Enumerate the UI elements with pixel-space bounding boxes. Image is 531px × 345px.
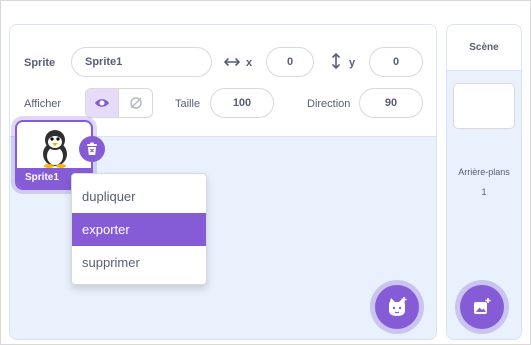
x-value: 0 — [286, 56, 294, 68]
show-button[interactable] — [86, 89, 119, 117]
size-input[interactable]: 100 — [210, 88, 274, 118]
sprite-context-menu: dupliquer exporter supprimer — [71, 173, 207, 285]
backdrops-count: 1 — [481, 187, 487, 197]
choose-backdrop-button[interactable] — [460, 285, 504, 329]
backdrops-label: Arrière-plans — [458, 167, 510, 177]
x-arrows-icon — [224, 58, 240, 66]
y-input[interactable]: 0 — [369, 47, 423, 77]
trash-icon — [87, 142, 97, 155]
penguin-icon — [43, 130, 67, 168]
menu-item-export[interactable]: exporter — [72, 213, 206, 246]
sprite-name-label: Sprite — [24, 57, 56, 69]
direction-label: Direction — [307, 98, 351, 110]
x-input[interactable]: 0 — [266, 47, 314, 77]
eye-icon — [95, 99, 109, 107]
menu-item-delete[interactable]: supprimer — [72, 246, 206, 279]
y-arrows-icon — [332, 53, 340, 69]
x-label: x — [246, 57, 253, 69]
sprite-name-input[interactable]: Sprite1 — [71, 47, 212, 77]
size-label: Taille — [175, 98, 201, 110]
stage-title: Scène — [447, 25, 521, 71]
hide-button[interactable] — [119, 89, 152, 117]
direction-value: 90 — [384, 97, 398, 109]
hidden-eye-icon — [129, 97, 142, 109]
visibility-toggle — [85, 88, 153, 118]
size-value: 100 — [232, 97, 252, 109]
delete-sprite-button[interactable] — [79, 136, 105, 162]
y-value: 0 — [392, 56, 400, 68]
y-label: y — [349, 57, 356, 69]
choose-sprite-button[interactable] — [375, 285, 419, 329]
image-add-icon — [474, 298, 491, 314]
direction-input[interactable]: 90 — [359, 88, 423, 118]
sprite-name-value: Sprite1 — [85, 56, 123, 68]
cat-add-icon — [389, 297, 407, 316]
show-label: Afficher — [24, 98, 62, 110]
menu-item-duplicate[interactable]: dupliquer — [72, 180, 206, 213]
stage-thumbnail[interactable] — [453, 83, 515, 129]
